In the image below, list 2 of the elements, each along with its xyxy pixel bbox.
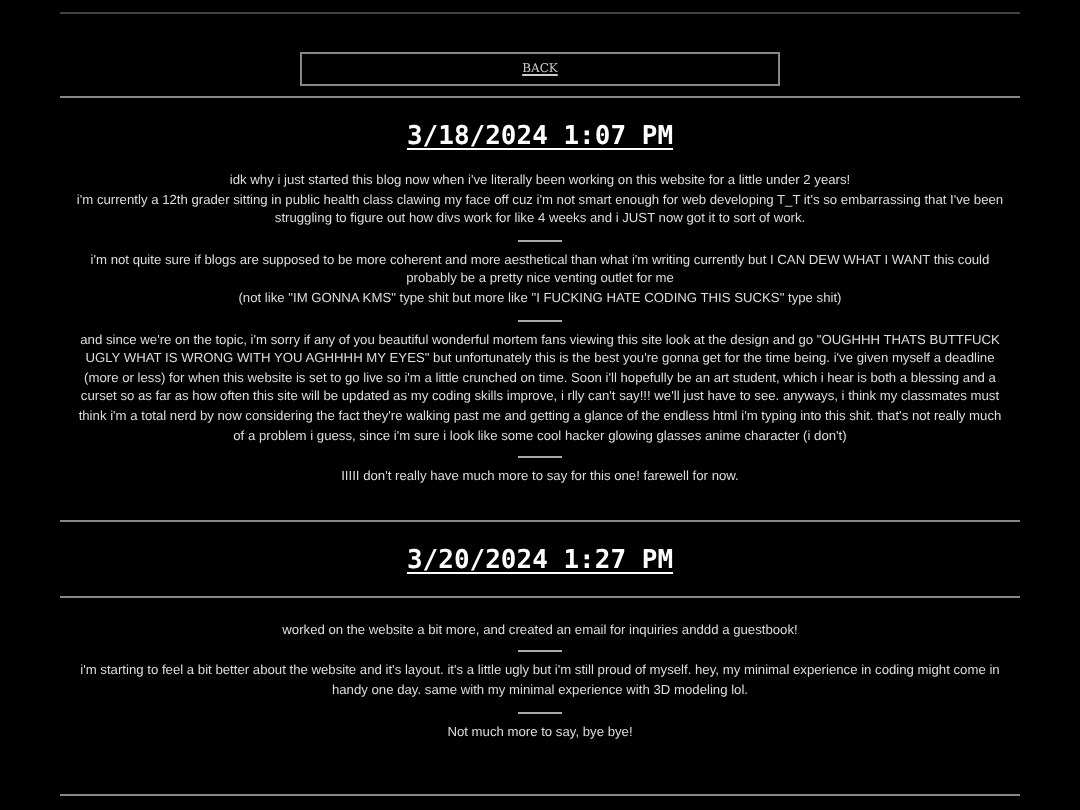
post-date: 3/18/2024 1:07 PM [406,122,674,152]
post-date: 3/20/2024 1:27 PM [406,545,674,576]
